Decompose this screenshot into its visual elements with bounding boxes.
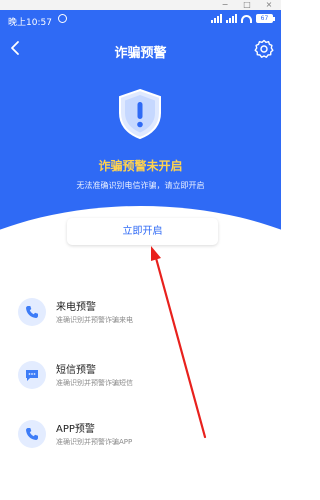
maximize-icon[interactable]: □ [240, 0, 254, 10]
battery-icon: 67 [256, 14, 275, 23]
feature-app-alert[interactable]: APP预警 准确识别并预警诈骗APP [18, 420, 258, 460]
feature-title: APP预警 [56, 424, 95, 435]
phone-icon [18, 420, 46, 448]
header: 诈骗预警 [0, 30, 281, 68]
page-title: 诈骗预警 [114, 46, 167, 61]
wifi-icon [241, 14, 252, 23]
alert-title: 诈骗预警未开启 [98, 159, 183, 173]
phone-icon [18, 298, 46, 326]
alarm-icon [58, 14, 67, 23]
signal-icon [211, 14, 222, 23]
close-icon[interactable]: × [262, 0, 276, 10]
window-title-bar: − □ × [0, 0, 281, 10]
enable-now-button[interactable]: 立即开启 [67, 218, 218, 245]
status-indicators: 67 [211, 14, 275, 23]
status-bar: 晚上10:57 67 [0, 10, 281, 30]
feature-call-alert[interactable]: 来电预警 准确识别并预警诈骗来电 [18, 298, 258, 338]
feature-description: 准确识别并预警诈骗来电 [56, 316, 133, 324]
minimize-icon[interactable]: − [218, 0, 232, 10]
message-icon [18, 361, 46, 389]
feature-description: 准确识别并预警诈骗短信 [56, 379, 133, 387]
feature-description: 准确识别并预警诈骗APP [56, 438, 133, 446]
shield-exclamation-icon [116, 88, 164, 140]
feature-sms-alert[interactable]: 短信预警 准确识别并预警诈骗短信 [18, 361, 258, 401]
signal-icon-2 [226, 14, 237, 23]
alert-subtitle: 无法准确识别电信诈骗，请立即开启 [76, 181, 205, 190]
feature-title: 来电预警 [56, 302, 96, 313]
status-time: 晚上10:57 [8, 18, 52, 28]
gear-icon [254, 39, 274, 58]
settings-button[interactable] [253, 38, 275, 60]
feature-title: 短信预警 [56, 365, 96, 376]
